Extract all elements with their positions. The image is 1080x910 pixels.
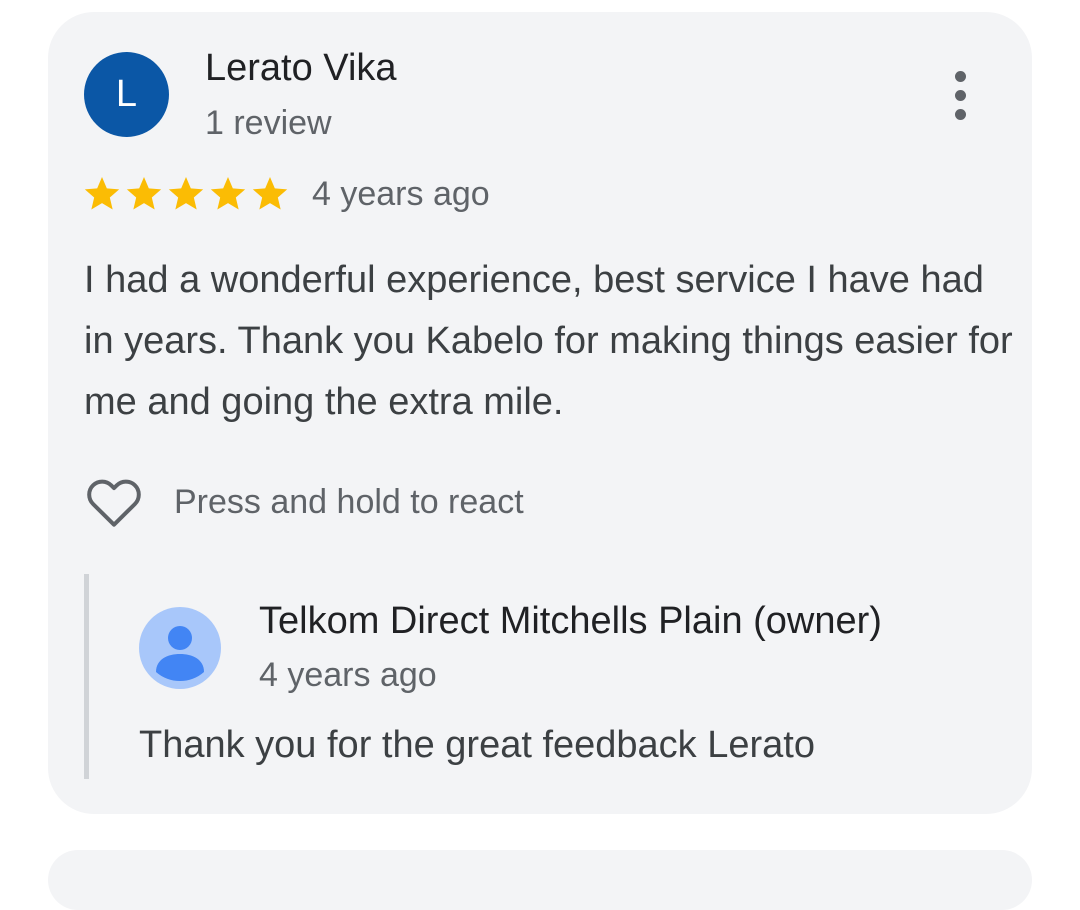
heart-outline-icon (87, 479, 141, 527)
default-profile-icon (139, 607, 221, 689)
owner-reply-text: Thank you for the great feedback Lerato (139, 724, 815, 766)
react-label: Press and hold to react (174, 482, 524, 521)
react-button[interactable]: Press and hold to react (82, 470, 524, 534)
star-icon (252, 177, 288, 210)
owner-reply-divider (84, 574, 89, 779)
more-vertical-icon (954, 70, 966, 120)
star-icon (210, 177, 246, 210)
reviewer-avatar[interactable]: L (84, 52, 169, 137)
next-review-card (48, 850, 1032, 910)
reviewer-name[interactable]: Lerato Vika (205, 47, 397, 90)
review-text: I had a wonderful experience, best servi… (84, 259, 1013, 423)
star-icon (126, 177, 162, 210)
star-icon (84, 177, 120, 210)
owner-name: Telkom Direct Mitchells Plain (owner) (259, 600, 882, 642)
more-options-button[interactable] (930, 60, 990, 130)
star-rating (82, 172, 290, 216)
avatar-letter: L (115, 73, 138, 115)
star-icon (168, 177, 204, 210)
review-count: 1 review (205, 104, 332, 142)
owner-reply-date: 4 years ago (259, 656, 437, 694)
review-date: 4 years ago (312, 175, 490, 213)
